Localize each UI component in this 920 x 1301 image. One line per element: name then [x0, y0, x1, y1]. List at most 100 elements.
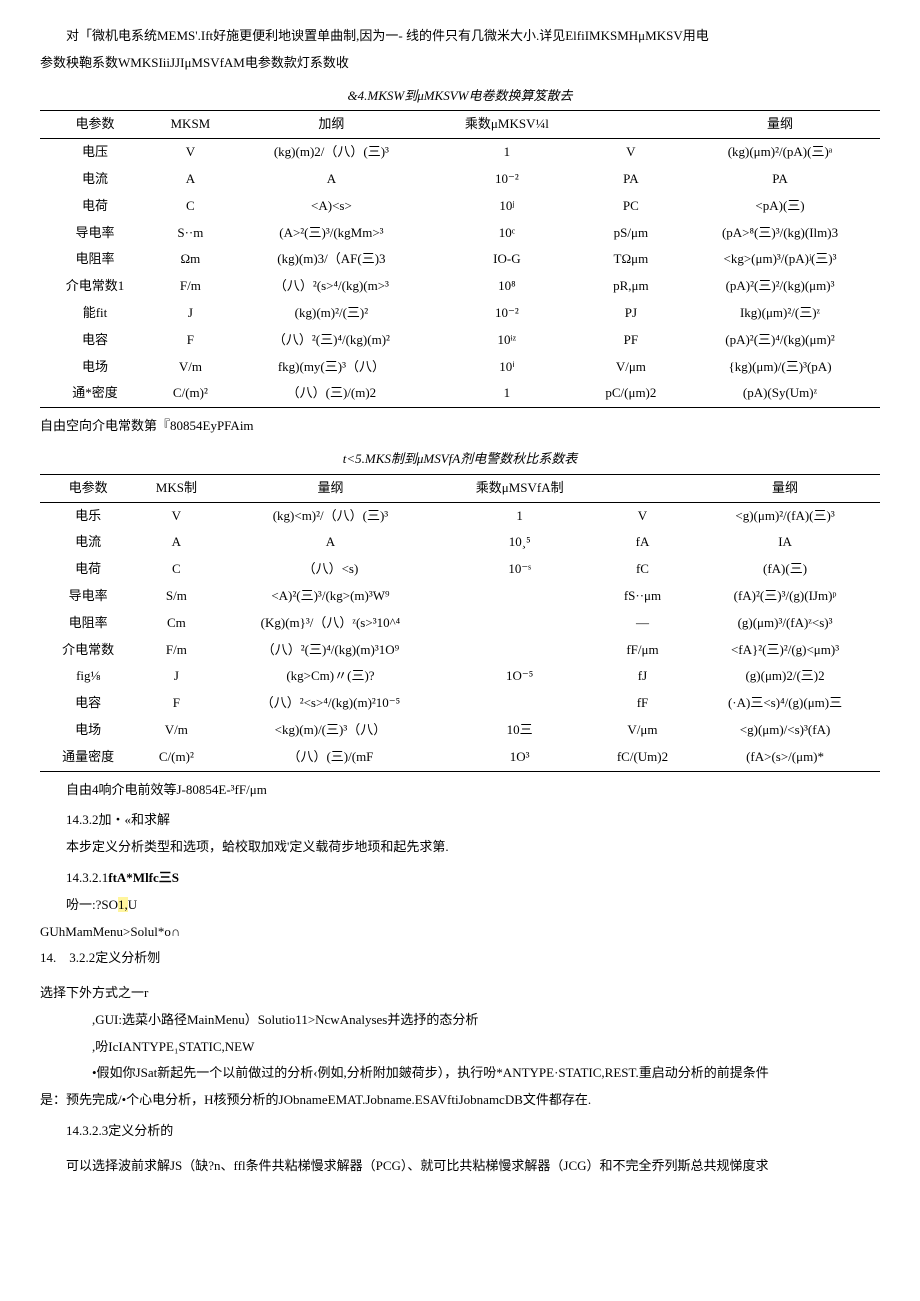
table2-cell: F/m: [136, 637, 216, 664]
line-so1-hl: 1,: [118, 897, 128, 912]
table2-h1: MKS制: [136, 474, 216, 502]
table2-cell: 电场: [40, 717, 136, 744]
bullet3-2: 是：预先完成/•个心电分析，H核预分析的JObnameEMAT.Jobname.…: [40, 1090, 880, 1111]
table1-cell: PJ: [582, 300, 680, 327]
table1-cell: IO-G: [432, 246, 582, 273]
line-so1-after: U: [128, 897, 137, 912]
table2-cell: F: [136, 690, 216, 717]
table1-cell: (kg)(μm)²/(pA)(三)ᵃ: [680, 139, 880, 166]
table2-cell: (kg>Cm)〃(三)?: [216, 663, 444, 690]
table1-cell: 10ⁱ: [432, 354, 582, 381]
final-para: 可以选择波前求解JS（缺?n、ffl条件共粘梯慢求解器（PCG）、就可比共粘梯慢…: [40, 1156, 880, 1177]
table-row: fig⅛J(kg>Cm)〃(三)?1O⁻⁵fJ(g)(μm)2/(三)2: [40, 663, 880, 690]
table2-cell: V/μm: [595, 717, 690, 744]
table2-cell: 介电常数: [40, 637, 136, 664]
table2-h3: 乘数μMSVfA制: [445, 474, 595, 502]
table1-cell: V/μm: [582, 354, 680, 381]
table1-h1: MKSM: [150, 111, 231, 139]
table2-cell: V: [136, 502, 216, 529]
table2-cell: A: [136, 529, 216, 556]
table2-cell: fC: [595, 556, 690, 583]
table1-cell: A: [231, 166, 432, 193]
table-row: 电压V(kg)(m)2/（八）(三)³1V(kg)(μm)²/(pA)(三)ᵃ: [40, 139, 880, 166]
table2-h0: 电参数: [40, 474, 136, 502]
table1-cell: (pA)(Sy(Um)ᶻ: [680, 380, 880, 407]
table2-cell: fF: [595, 690, 690, 717]
table2-cell: fC/(Um)2: [595, 744, 690, 771]
table2-cell: 电阻率: [40, 610, 136, 637]
table1-cell: V: [582, 139, 680, 166]
table1-cell: 10ᶤᶻ: [432, 327, 582, 354]
table1-cell: （八）²(s>⁴/(kg)(m>³: [231, 273, 432, 300]
table2-cell: (g)(μm)2/(三)2: [690, 663, 880, 690]
table1-cell: (pA>⁸(三)³/(kg)(Ilm)3: [680, 220, 880, 247]
table1-title: &4.MKSW到μMKSVW电卷数换算笈散去: [40, 86, 880, 107]
table2-cell: （八）²<s>⁴/(kg)(m)²10⁻⁵: [216, 690, 444, 717]
table1-cell: (pA)²(三)⁴/(kg)(μm)²: [680, 327, 880, 354]
table2-cell: 电荷: [40, 556, 136, 583]
sec-14321: 14.3.2.1ftA*Mlfc三S: [40, 868, 880, 889]
table-row: 电容F（八）²(三)⁴/(kg)(m)²10ᶤᶻPF(pA)²(三)⁴/(kg)…: [40, 327, 880, 354]
table1-cell: 10⁻²: [432, 166, 582, 193]
table2-cell: (kg)<m)²/（八）(三)³: [216, 502, 444, 529]
table2-cell: 10¸⁵: [445, 529, 595, 556]
table-row: 电荷C<A)<s>10ʲPC<pA)(三): [40, 193, 880, 220]
table1-cell: PF: [582, 327, 680, 354]
table2-cell: S/m: [136, 583, 216, 610]
intro-text-1: 对「微机电系统MEMS'.Ift好施更便利地谀置单曲制,因为一- 线的件只有几微…: [40, 26, 880, 47]
table1-cell: 电流: [40, 166, 150, 193]
sec-14323: 14.3.2.3定义分析的: [40, 1121, 880, 1142]
line-choose: 选择下外方式之一r: [40, 983, 880, 1004]
table2-cell: <fA}²(三)²/(g)<μm)³: [690, 637, 880, 664]
table1-cell: pC/(μm)2: [582, 380, 680, 407]
table2-cell: C/(m)²: [136, 744, 216, 771]
line-so1: 吩一:?SO1,U: [40, 895, 880, 916]
table2-cell: (fA)(三): [690, 556, 880, 583]
table2-cell: Cm: [136, 610, 216, 637]
table1-cell: 电荷: [40, 193, 150, 220]
table-row: 电荷C（八）<s)10⁻ˢfC(fA)(三): [40, 556, 880, 583]
table-row: 电阻率Cm(Kg)(m}³/（八）ᶻ(s>³10^⁴—(g)(μm)³/(fA)…: [40, 610, 880, 637]
table1-cell: Ikg)(μm)²/(三)ᶻ: [680, 300, 880, 327]
table1-header-row: 电参数 MKSM 加纲 乘数μMKSV¼l 量纲: [40, 111, 880, 139]
table1-cell: 介电常数1: [40, 273, 150, 300]
table2-cell: (g)(μm)³/(fA)ᶻ<s)³: [690, 610, 880, 637]
table1-cell: PA: [582, 166, 680, 193]
line-gui1: GUhMamMenu>Solul*o∩: [40, 922, 880, 943]
table1-cell: TΩμm: [582, 246, 680, 273]
table2-cell: fA: [595, 529, 690, 556]
table2-cell: （八）²(三)⁴/(kg)(m)³1O⁹: [216, 637, 444, 664]
table1-cell: PC: [582, 193, 680, 220]
table1-cell: (pA)²(三)²/(kg)(μm)³: [680, 273, 880, 300]
table2-cell: 电容: [40, 690, 136, 717]
table1-cell: (A>²(三)³/(kgMm>³: [231, 220, 432, 247]
table2-cell: fJ: [595, 663, 690, 690]
table1-h2: 加纲: [231, 111, 432, 139]
table2-cell: (fA>(s>/(μm)*: [690, 744, 880, 771]
table2-cell: 导电率: [40, 583, 136, 610]
table2-cell: [445, 637, 595, 664]
table1-cell: (kg)(m)2/（八）(三)³: [231, 139, 432, 166]
table1-cell: (kg)(m)²/(三)²: [231, 300, 432, 327]
table2-cell: [445, 610, 595, 637]
note1: 自由空向介电常数第『80854EyPFAim: [40, 416, 880, 437]
table2-cell: IA: [690, 529, 880, 556]
sec-14321-title: ftA*Mlfc三S: [108, 870, 179, 885]
table-row: 电容F（八）²<s>⁴/(kg)(m)²10⁻⁵fF(·A)三<s)⁴/(g)(…: [40, 690, 880, 717]
table1-cell: 1: [432, 380, 582, 407]
note2: 自由4响介电前效等J-80854E-³fF/μm: [40, 780, 880, 801]
table1: 电参数 MKSM 加纲 乘数μMKSV¼l 量纲 电压V(kg)(m)2/（八）…: [40, 110, 880, 408]
table2-cell: —: [595, 610, 690, 637]
table1-cell: V/m: [150, 354, 231, 381]
table2-cell: A: [216, 529, 444, 556]
sec-1432: 14.3.2加・«和求解: [40, 810, 880, 831]
table-row: 通量密度C/(m)²（八）(三)/(mF1O³fC/(Um)2(fA>(s>/(…: [40, 744, 880, 771]
table2-cell: C: [136, 556, 216, 583]
table2-cell: 10⁻ˢ: [445, 556, 595, 583]
table1-cell: （八）(三)/(m)2: [231, 380, 432, 407]
table1-h5: 量纲: [680, 111, 880, 139]
table2-cell: V/m: [136, 717, 216, 744]
bullet1: ,GUI:选菜小路径MainMenu）Solutio11>NcwAnalyses…: [40, 1010, 880, 1031]
table2-cell: [445, 690, 595, 717]
table-row: 电场V/m<kg)(m)/(三)³（八）10三V/μm<g)(μm)/<s)³(…: [40, 717, 880, 744]
